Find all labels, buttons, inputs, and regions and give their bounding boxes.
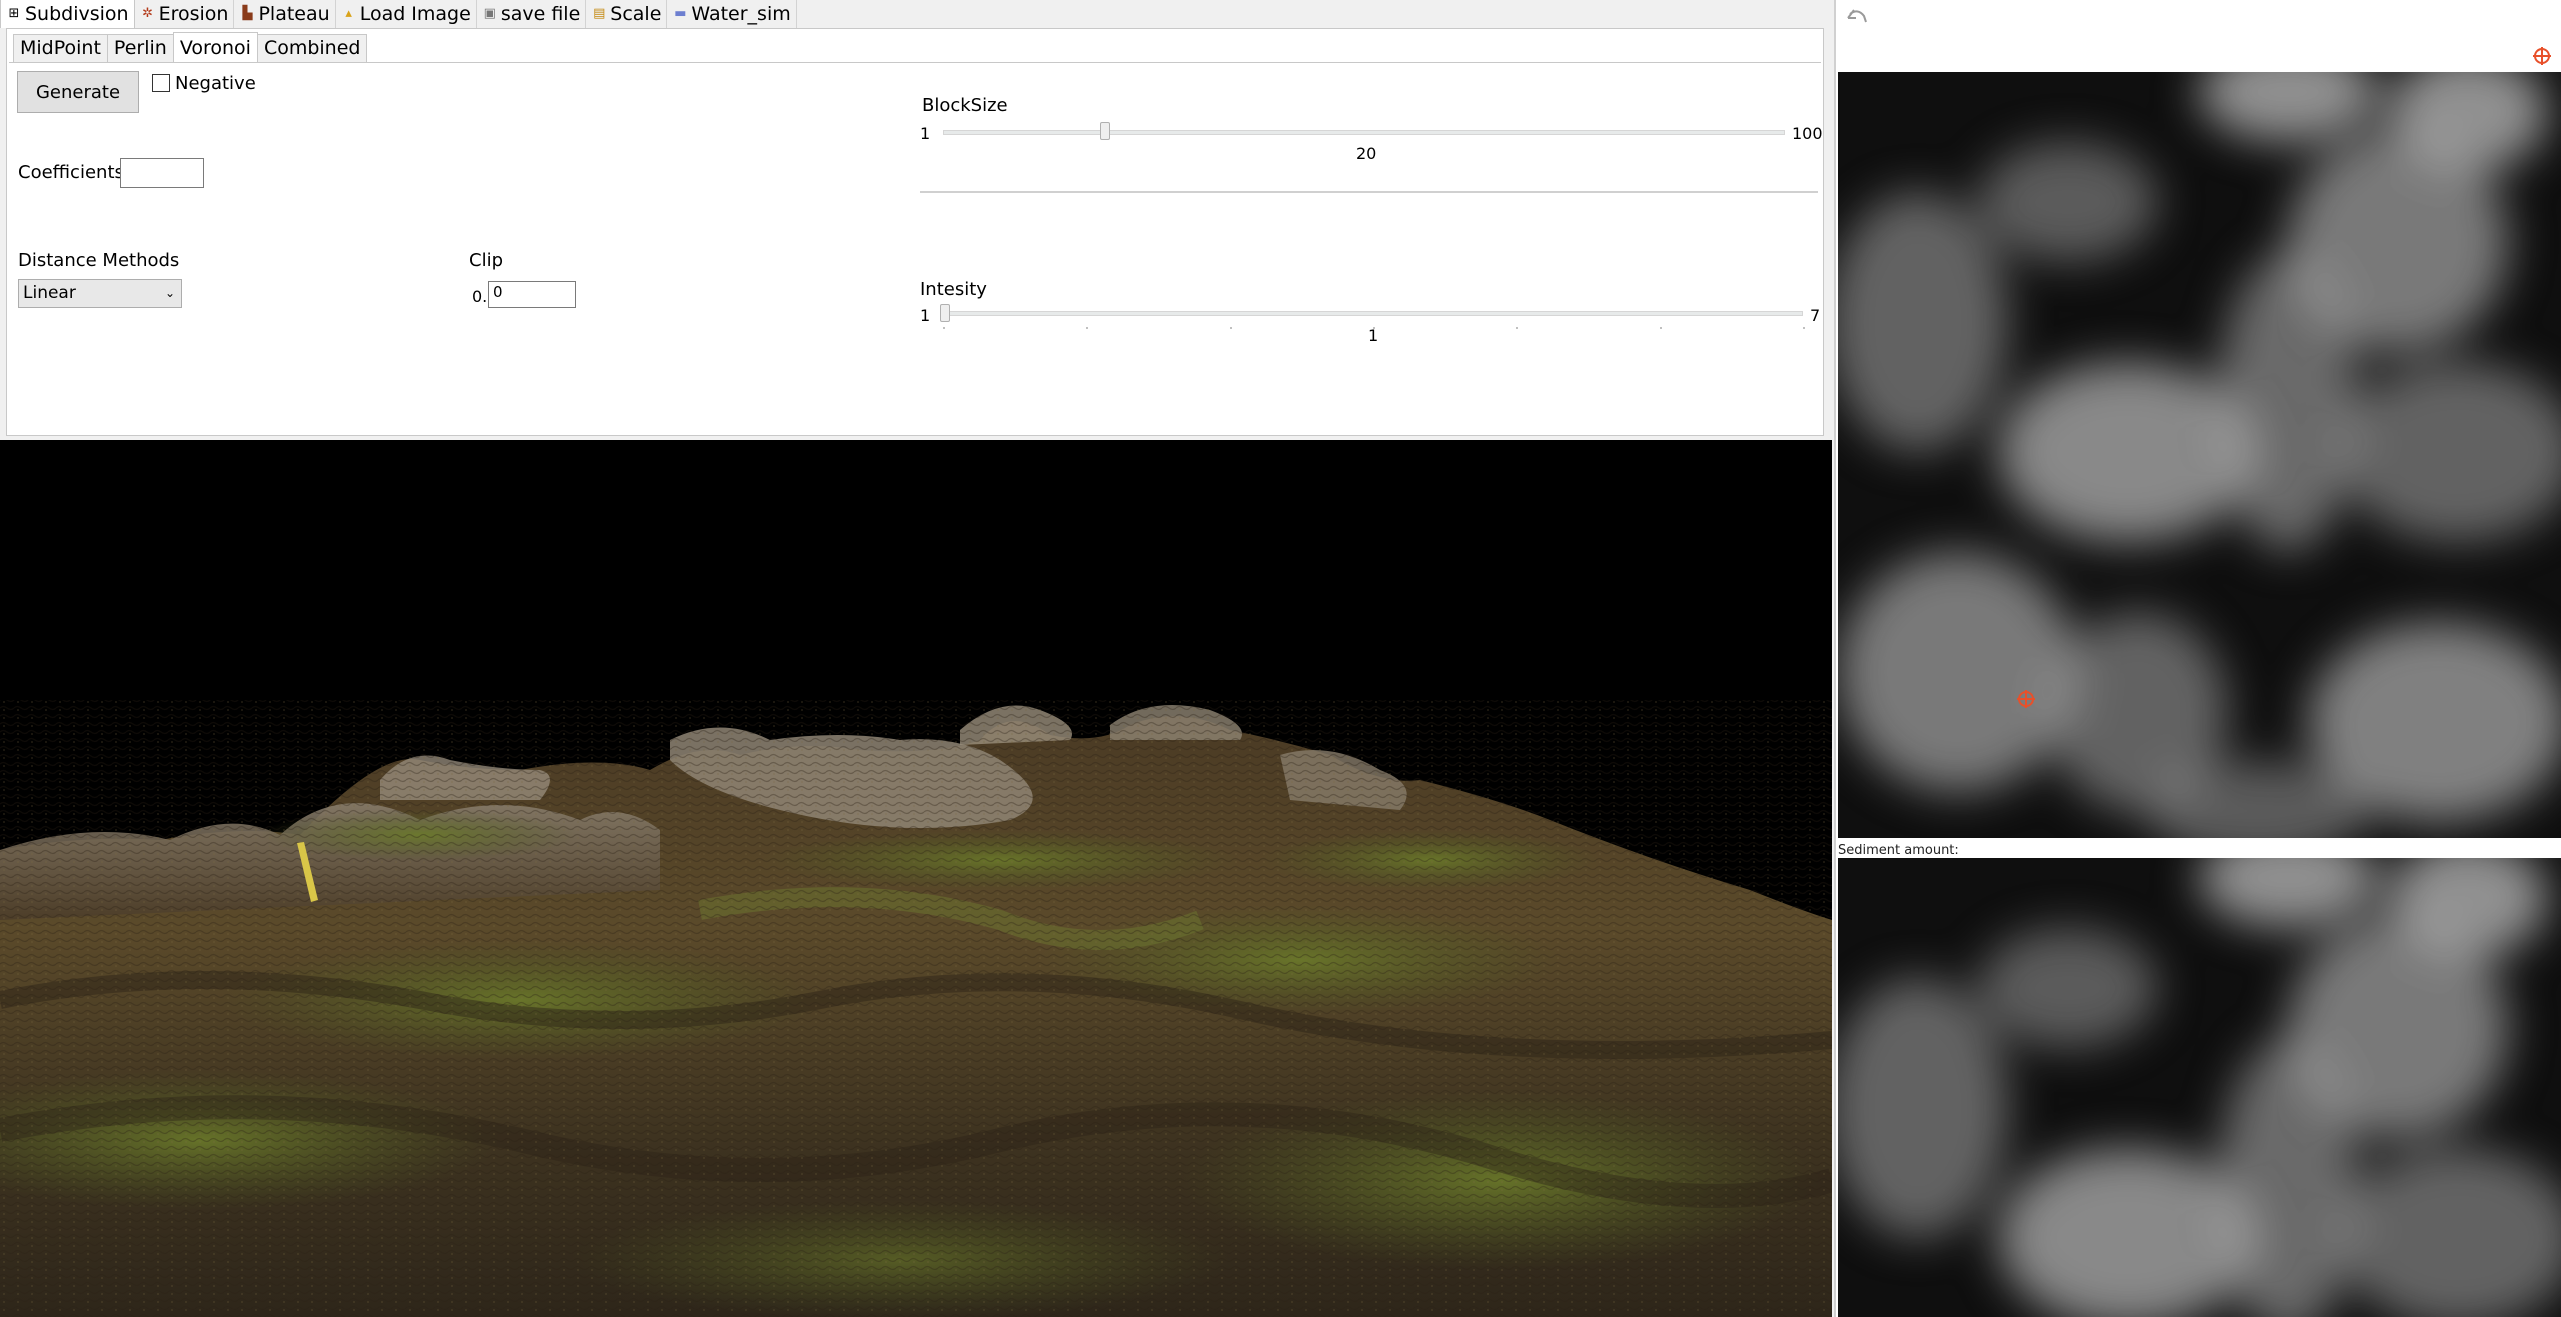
tab-label: Erosion: [158, 3, 229, 25]
clip-input[interactable]: 0: [488, 281, 576, 308]
slider-tick: [943, 327, 945, 329]
sediment-amount-label: Sediment amount:: [1838, 843, 1959, 858]
tab-subdivsion[interactable]: ⊞ Subdivsion: [0, 0, 135, 28]
tab-voronoi[interactable]: Voronoi: [172, 32, 258, 63]
sediment-preview[interactable]: [1838, 858, 2561, 1317]
intensity-max: 7: [1810, 306, 1821, 325]
tab-label: Plateau: [258, 3, 330, 25]
blocksize-slider-track[interactable]: [943, 130, 1785, 135]
target-icon[interactable]: [2532, 46, 2552, 66]
intensity-value: 1: [1368, 326, 1379, 345]
tab-midpoint[interactable]: MidPoint: [13, 34, 108, 63]
heightmap-preview[interactable]: [1838, 72, 2561, 838]
tab-label: Scale: [610, 3, 662, 25]
intensity-slider-track[interactable]: [943, 311, 1803, 316]
tab-erosion[interactable]: ✲ Erosion: [135, 0, 235, 28]
terrain-render: [0, 700, 1832, 1317]
scale-icon: ▤: [593, 6, 606, 21]
terrain-3d-viewport[interactable]: [0, 440, 1832, 1317]
blocksize-min: 1: [920, 124, 931, 143]
blocksize-value: 20: [1356, 144, 1377, 163]
coefficients-label: Coefficients: [18, 162, 124, 183]
slider-tick: [1803, 327, 1805, 329]
tab-label: Load Image: [359, 3, 471, 25]
slider-tick: [1516, 327, 1519, 329]
generate-button[interactable]: Generate: [17, 71, 139, 113]
image-icon: ▴: [345, 6, 352, 21]
sediment-image: [1838, 858, 2561, 1317]
voronoi-settings: Generate Negative Coefficients Distance …: [9, 62, 1823, 432]
clip-prefix: 0.: [472, 287, 488, 306]
tab-scale[interactable]: ▤ Scale: [586, 0, 668, 28]
blocksize-slider-thumb[interactable]: [1099, 122, 1110, 140]
tab-label: save file: [500, 3, 581, 25]
save-icon: ▣: [483, 6, 496, 21]
tab-plateau[interactable]: ▙ Plateau: [234, 0, 336, 28]
tab-load-image[interactable]: ▴ Load Image: [336, 0, 477, 28]
intensity-min: 1: [920, 306, 931, 325]
blocksize-max: 100: [1792, 124, 1823, 143]
negative-label: Negative: [175, 73, 256, 94]
coefficients-input[interactable]: [120, 158, 204, 188]
undo-icon[interactable]: [1844, 6, 1870, 26]
grid-icon: ⊞: [8, 5, 20, 21]
leaf-icon: ✲: [142, 6, 154, 21]
slider-tick: [1229, 327, 1232, 329]
negative-checkbox[interactable]: [152, 74, 170, 92]
tab-perlin[interactable]: Perlin: [106, 34, 174, 63]
heightmap-image: [1838, 72, 2561, 838]
tab-water-sim[interactable]: ▬ Water_sim: [667, 0, 797, 28]
divider: [920, 191, 1818, 193]
slider-tick: [1086, 327, 1089, 329]
tab-label: Subdivsion: [25, 2, 129, 25]
tab-save-file[interactable]: ▣ save file: [477, 0, 587, 28]
mesa-icon: ▙: [242, 6, 253, 21]
generator-panel: MidPoint Perlin Voronoi Combined Generat…: [6, 28, 1824, 436]
distance-methods-select[interactable]: Linear ⌄: [18, 279, 182, 308]
clip-label: Clip: [469, 250, 503, 271]
intensity-label: Intesity: [920, 279, 987, 300]
distance-methods-value: Linear: [23, 283, 76, 303]
sub-tab-strip: MidPoint Perlin Voronoi Combined: [13, 32, 368, 63]
distance-methods-label: Distance Methods: [18, 250, 180, 271]
slider-tick: [1659, 327, 1662, 329]
tab-combined[interactable]: Combined: [256, 34, 368, 63]
chevron-down-icon: ⌄: [164, 286, 175, 300]
water-icon: ▬: [674, 6, 687, 21]
intensity-slider-thumb[interactable]: [940, 304, 950, 322]
crosshair-icon[interactable]: [2016, 689, 2036, 709]
blocksize-label: BlockSize: [922, 95, 1008, 116]
heightmap-panel: Sediment amount:: [1834, 0, 2561, 1317]
tab-label: Water_sim: [691, 3, 791, 25]
main-tab-strip: ⊞ Subdivsion ✲ Erosion ▙ Plateau ▴ Load …: [0, 0, 1834, 28]
